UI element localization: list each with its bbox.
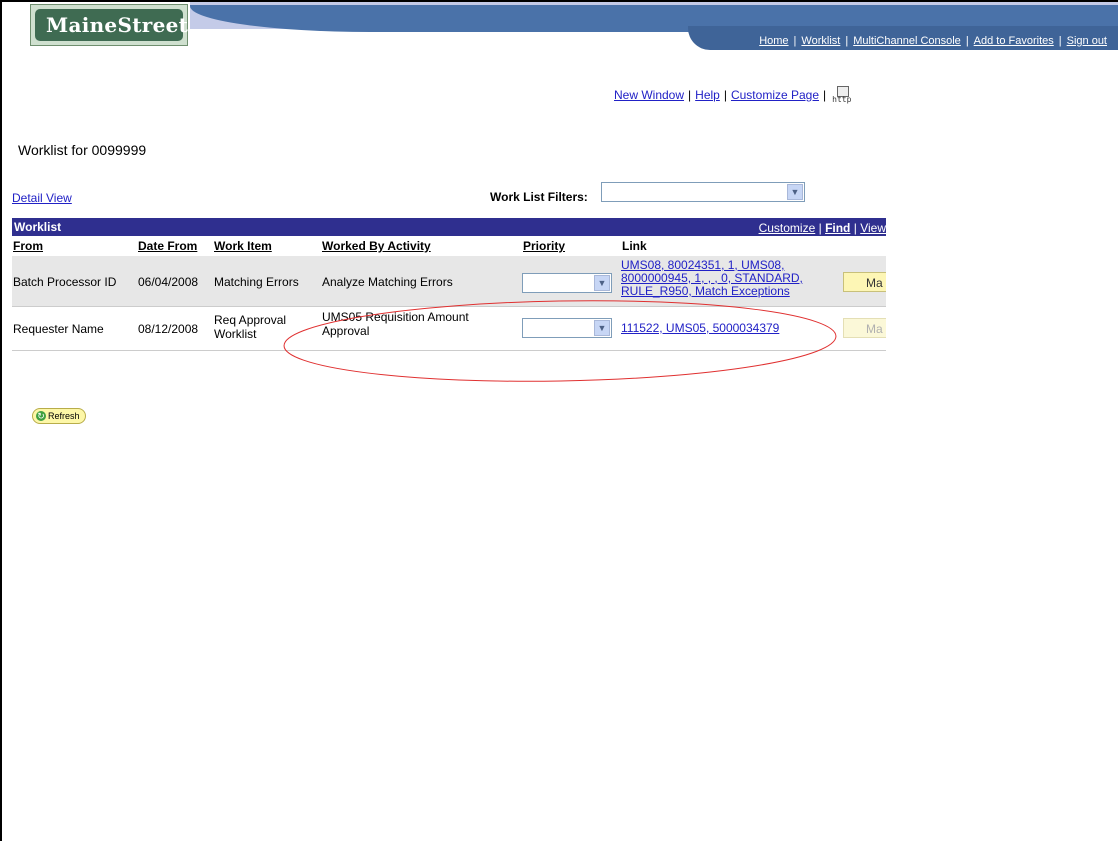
customize-page-link[interactable]: Customize Page — [731, 88, 819, 102]
page-links: New Window | Help | Customize Page | htt… — [614, 86, 852, 104]
grid-tools-separator: | — [818, 221, 822, 235]
link-line: RULE_R950, Match Exceptions — [621, 284, 790, 298]
grid-tools: Customize | Find | View — [759, 221, 886, 235]
refresh-icon: ↻ — [36, 411, 46, 421]
nav-multichannel-console-link[interactable]: MultiChannel Console — [848, 35, 966, 47]
chevron-down-icon[interactable]: ▼ — [594, 320, 610, 336]
http-link-icon[interactable]: http — [832, 86, 852, 104]
refresh-button[interactable]: ↻ Refresh — [32, 408, 86, 424]
activity-line: Approval — [322, 324, 370, 338]
grid-view-link[interactable]: View — [860, 221, 886, 235]
priority-select[interactable]: ▼ — [522, 318, 612, 338]
col-header-worked-by-activity[interactable]: Worked By Activity — [322, 239, 431, 253]
worklist-item-link[interactable]: 111522, UMS05, 5000034379 — [621, 322, 779, 335]
header-banner — [190, 2, 1118, 58]
page-title: Worklist for 0099999 — [18, 142, 147, 158]
worklist-item-link[interactable]: UMS08, 80024351, 1, UMS08, 8000000945, 1… — [621, 259, 803, 298]
row-date-from: 08/12/2008 — [138, 322, 199, 336]
logo-badge: MaineStreet — [35, 9, 188, 41]
work-list-filters-label: Work List Filters: — [490, 190, 588, 204]
http-icon-text: http — [832, 95, 852, 104]
col-header-priority[interactable]: Priority — [523, 239, 565, 253]
row-date-from: 06/04/2008 — [138, 275, 199, 289]
header-nav: Home | Worklist | MultiChannel Console |… — [754, 35, 1112, 47]
grid-find-link[interactable]: Find — [825, 221, 850, 235]
table-row: Requester Name 08/12/2008 Req Approval W… — [12, 308, 886, 351]
work-list-filters-select[interactable]: ▼ — [601, 182, 805, 202]
grid-header: Worklist Customize | Find | View — [12, 218, 886, 236]
nav-add-to-favorites-link[interactable]: Add to Favorites — [969, 35, 1059, 47]
mark-worked-button[interactable]: Ma — [843, 318, 886, 338]
mainestreet-logo: MaineStreet — [30, 4, 188, 46]
link-separator: | — [823, 88, 827, 102]
activity-line: UMS05 Requisition Amount — [322, 310, 469, 324]
mark-worked-button[interactable]: Ma — [843, 272, 886, 292]
row-from: Batch Processor ID — [13, 275, 117, 289]
link-separator: | — [688, 88, 692, 102]
table-row: Batch Processor ID 06/04/2008 Matching E… — [12, 256, 886, 307]
row-work-item: Matching Errors — [214, 275, 299, 289]
work-item-line: Worklist — [214, 327, 257, 341]
col-header-link: Link — [622, 239, 647, 253]
grid-title: Worklist — [14, 220, 62, 234]
logo-text: MaineStreet — [46, 13, 189, 37]
link-separator: | — [723, 88, 727, 102]
row-work-item: Req Approval Worklist — [214, 313, 286, 341]
grid-customize-link[interactable]: Customize — [759, 221, 816, 235]
grid-tools-separator: | — [853, 221, 857, 235]
window-frame-left — [0, 0, 2, 841]
row-activity: UMS05 Requisition Amount Approval — [322, 310, 469, 338]
chevron-down-icon[interactable]: ▼ — [594, 275, 610, 291]
work-item-line: Req Approval — [214, 313, 287, 327]
nav-home-link[interactable]: Home — [754, 35, 793, 47]
detail-view-link[interactable]: Detail View — [12, 191, 72, 205]
col-header-work-item[interactable]: Work Item — [214, 239, 272, 253]
chevron-down-icon[interactable]: ▼ — [787, 184, 803, 200]
nav-sign-out-link[interactable]: Sign out — [1062, 35, 1112, 47]
worklist-grid: Worklist Customize | Find | View From Da… — [12, 218, 886, 354]
row-from: Requester Name — [13, 322, 104, 336]
refresh-label: Refresh — [48, 411, 80, 421]
nav-worklist-link[interactable]: Worklist — [796, 35, 845, 47]
col-header-date-from[interactable]: Date From — [138, 239, 197, 253]
row-activity: Analyze Matching Errors — [322, 275, 453, 289]
priority-select[interactable]: ▼ — [522, 273, 612, 293]
col-header-from[interactable]: From — [13, 239, 43, 253]
help-link[interactable]: Help — [695, 88, 720, 102]
new-window-link[interactable]: New Window — [614, 88, 684, 102]
